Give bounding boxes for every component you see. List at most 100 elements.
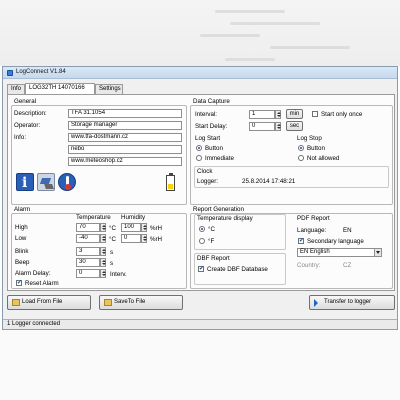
log-stop-not-allowed-radio[interactable] bbox=[298, 155, 304, 161]
low-temp-unit: °C bbox=[109, 236, 116, 243]
save-icon bbox=[104, 299, 112, 306]
info-label: Info: bbox=[14, 134, 27, 141]
app-icon bbox=[7, 70, 13, 76]
start-only-once-label: Start only once bbox=[321, 111, 363, 118]
log-stop-not-allowed-label: Not allowed bbox=[307, 155, 340, 162]
log-stop-button-label: Button bbox=[307, 145, 325, 152]
create-dbf-checkbox[interactable] bbox=[198, 265, 204, 272]
info-icon[interactable] bbox=[16, 173, 34, 191]
log-start-immediate-label: Immediate bbox=[205, 155, 234, 162]
start-delay-field[interactable]: 0 bbox=[249, 122, 275, 131]
low-hum-field[interactable]: 0 bbox=[121, 234, 141, 243]
start-delay-stepper[interactable] bbox=[275, 122, 281, 131]
app-window: LogConnect V1.84 Info LOG32TH 14070166 S… bbox=[2, 66, 398, 330]
alarm-delay-stepper[interactable] bbox=[100, 269, 106, 278]
low-hum-unit: %rH bbox=[150, 236, 163, 243]
blurred-item bbox=[225, 58, 275, 61]
log-start-button-label: Button bbox=[205, 145, 223, 152]
beep-stepper[interactable] bbox=[100, 258, 106, 267]
folder-icon bbox=[12, 299, 20, 306]
log-start-immediate-radio[interactable] bbox=[196, 155, 202, 161]
humidity-header: Humidity bbox=[121, 214, 146, 221]
save-to-file-button[interactable]: SaveTo File bbox=[99, 295, 183, 310]
beep-field[interactable]: 30 bbox=[76, 258, 100, 267]
tab-content: General Description: TFA 31.1054 Operato… bbox=[7, 94, 395, 291]
beep-unit: s bbox=[110, 260, 114, 267]
description-field[interactable]: TFA 31.1054 bbox=[68, 109, 182, 118]
tab-logger[interactable]: LOG32TH 14070166 bbox=[25, 83, 95, 94]
alarm-delay-field[interactable]: 0 bbox=[76, 269, 100, 278]
log-start-button-radio[interactable] bbox=[196, 145, 202, 151]
data-capture-title: Data Capture bbox=[193, 98, 230, 105]
blurred-item bbox=[230, 22, 320, 25]
celsius-radio[interactable] bbox=[199, 226, 205, 232]
report-title: Report Generation bbox=[193, 206, 244, 213]
language-label: Language: bbox=[297, 227, 327, 234]
load-from-file-button[interactable]: Load From File bbox=[7, 295, 91, 310]
reset-alarm-label: Reset Alarm bbox=[25, 280, 59, 287]
temperature-header: Temperature bbox=[76, 214, 111, 221]
start-delay-label: Start Delay: bbox=[195, 123, 228, 130]
operator-field[interactable]: Storage manager bbox=[68, 121, 182, 130]
interval-label: Interval: bbox=[195, 111, 218, 118]
blink-label: Blink bbox=[15, 248, 29, 255]
transfer-to-logger-label: Transfer to logger bbox=[324, 299, 372, 305]
low-temp-field[interactable]: -40 bbox=[76, 234, 100, 243]
pdf-report-title: PDF Report bbox=[297, 215, 330, 222]
blurred-item bbox=[215, 10, 285, 13]
log-stop-title: Log Stop bbox=[297, 135, 322, 142]
country-label: Country: bbox=[297, 262, 321, 269]
chevron-down-icon[interactable] bbox=[374, 249, 381, 256]
thermometer-icon[interactable] bbox=[58, 173, 76, 191]
tab-info[interactable]: Info bbox=[7, 84, 25, 94]
title-bar[interactable]: LogConnect V1.84 bbox=[3, 67, 397, 79]
info-line-3[interactable]: www.meteoshop.cz bbox=[68, 157, 182, 166]
log-stop-button-radio[interactable] bbox=[298, 145, 304, 151]
start-only-once-checkbox[interactable] bbox=[312, 111, 318, 117]
temperature-display-title: Temperature display bbox=[197, 215, 253, 222]
general-title: General bbox=[14, 98, 37, 105]
info-line-1[interactable]: www.tfa-dostmann.cz bbox=[68, 133, 182, 142]
interval-stepper[interactable] bbox=[275, 110, 281, 119]
secondary-language-label: Secondary language bbox=[307, 238, 364, 245]
high-hum-unit: %rH bbox=[150, 225, 163, 232]
save-to-file-label: SaveTo File bbox=[114, 299, 146, 305]
low-temp-stepper[interactable] bbox=[100, 234, 106, 243]
high-temp-unit: °C bbox=[109, 225, 116, 232]
info-line-2[interactable]: nebo bbox=[68, 145, 182, 154]
interval-field[interactable]: 1 bbox=[249, 110, 275, 119]
blurred-item bbox=[200, 34, 260, 37]
low-label: Low bbox=[15, 235, 27, 242]
desktop-background bbox=[0, 0, 400, 66]
high-hum-field[interactable]: 100 bbox=[121, 223, 141, 232]
blink-field[interactable]: 3 bbox=[76, 247, 100, 256]
interval-unit-button[interactable]: min bbox=[286, 109, 303, 119]
celsius-label: °C bbox=[208, 226, 215, 233]
operator-label: Operator: bbox=[14, 122, 41, 129]
secondary-language-checkbox[interactable] bbox=[298, 237, 304, 244]
action-bar: Load From File SaveTo File Transfer to l… bbox=[7, 295, 395, 311]
reset-alarm-checkbox[interactable] bbox=[16, 279, 22, 286]
status-text: 1 Logger connected bbox=[7, 321, 61, 327]
blink-stepper[interactable] bbox=[100, 247, 106, 256]
country-value: CZ bbox=[343, 262, 352, 269]
high-hum-stepper[interactable] bbox=[141, 223, 147, 232]
fahrenheit-radio[interactable] bbox=[199, 238, 205, 244]
high-temp-field[interactable]: 70 bbox=[76, 223, 100, 232]
low-hum-stepper[interactable] bbox=[141, 234, 147, 243]
network-icon[interactable] bbox=[37, 173, 55, 191]
alarm-title: Alarm bbox=[14, 206, 31, 213]
fahrenheit-label: °F bbox=[208, 238, 215, 245]
start-delay-unit-button[interactable]: sec bbox=[286, 121, 303, 131]
transfer-to-logger-button[interactable]: Transfer to logger bbox=[309, 295, 395, 310]
tab-settings[interactable]: Settings bbox=[95, 84, 123, 94]
status-bar: 1 Logger connected bbox=[3, 319, 397, 329]
secondary-language-select[interactable]: EN English bbox=[297, 248, 382, 257]
logger-clock-value: 25.8.2014 17:48:21 bbox=[242, 178, 296, 185]
logger-clock-label: Logger: bbox=[197, 178, 218, 185]
blink-unit: s bbox=[110, 249, 114, 256]
window-title: LogConnect V1.84 bbox=[16, 69, 66, 75]
high-temp-stepper[interactable] bbox=[100, 223, 106, 232]
alarm-delay-label: Alarm Delay: bbox=[15, 270, 51, 277]
clock-title: Clock bbox=[197, 168, 213, 175]
